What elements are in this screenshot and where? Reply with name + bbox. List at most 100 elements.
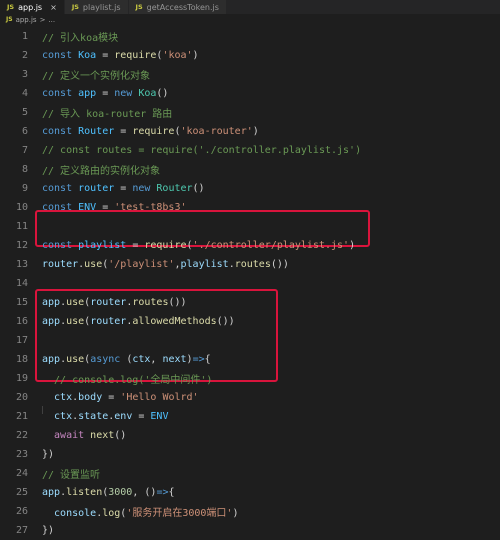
code-token: const: [42, 183, 79, 194]
code-line[interactable]: 4 const app = new Koa(): [0, 84, 500, 103]
breadcrumb-separator: >: [39, 15, 46, 24]
code-line[interactable]: 8 // 定义路由的实例化对象: [0, 160, 500, 179]
line-number: 10: [15, 202, 28, 213]
code-token: require: [144, 240, 187, 251]
code-line[interactable]: 26 console.log('服务开启在3000端口'): [0, 502, 500, 521]
line-number: 17: [15, 335, 28, 346]
code-text: ctx.body = 'Hello Wolrd': [42, 392, 199, 403]
code-line[interactable]: 22 await next(): [0, 426, 500, 445]
breadcrumb-file[interactable]: app.js: [16, 16, 37, 24]
code-token: ): [192, 50, 199, 61]
code-line[interactable]: 12 const playlist = require('./controller…: [0, 236, 500, 255]
code-token: listen: [66, 487, 103, 498]
line-number: 19: [15, 373, 28, 384]
code-token: use: [84, 259, 103, 270]
code-token: 'koa-router': [180, 126, 253, 137]
tab-label: playlist.js: [82, 2, 121, 12]
code-text: }): [42, 525, 54, 536]
code-token: '/playlist': [108, 259, 175, 270]
code-token: state: [78, 411, 109, 422]
code-line[interactable]: 7 // const routes = require('./controller…: [0, 141, 500, 160]
js-file-icon: JS: [135, 3, 143, 11]
code-token: =>: [156, 487, 169, 498]
code-token: Router: [78, 126, 115, 137]
breadcrumb-ellipsis[interactable]: ...: [48, 16, 55, 24]
code-line[interactable]: 25 app.listen(3000, ()=>{: [0, 483, 500, 502]
code-line[interactable]: 1 // 引入koa模块: [0, 27, 500, 46]
code-token: app: [42, 297, 61, 308]
code-token: new: [114, 88, 139, 99]
code-token: (): [156, 88, 169, 99]
code-line[interactable]: 21 ctx.state.env = ENV: [0, 407, 500, 426]
tab-bar: JS app.js × JS playlist.js JS getAccessToken.j…: [0, 0, 500, 14]
code-line[interactable]: 5 // 导入 koa-router 路由: [0, 103, 500, 122]
code-line[interactable]: 3 // 定义一个实例化对象: [0, 65, 500, 84]
line-number: 6: [21, 126, 28, 137]
tab-app-js[interactable]: JS app.js ×: [0, 0, 65, 14]
code-line[interactable]: 16 app.use(router.allowedMethods()): [0, 312, 500, 331]
code-editor[interactable]: 1 // 引入koa模块 2 const Koa = require('koa') 3 /…: [0, 25, 500, 536]
code-token: routes: [234, 259, 271, 270]
code-line[interactable]: 20 ctx.body = 'Hello Wolrd': [0, 388, 500, 407]
tab-playlist-js[interactable]: JS playlist.js: [64, 0, 129, 14]
code-token: 'Hello Wolrd': [120, 392, 199, 403]
code-text: const router = new Router(): [42, 183, 205, 194]
code-text: // 导入 koa-router 路由: [42, 105, 172, 120]
tab-getaccesstoken-js[interactable]: JS getAccessToken.js: [128, 0, 227, 14]
code-line[interactable]: 9 const router = new Router(): [0, 179, 500, 198]
js-file-icon: JS: [7, 3, 15, 11]
line-number: 9: [21, 183, 28, 194]
code-text: // console.log('全局中间件'): [42, 371, 212, 386]
code-token: (): [114, 430, 127, 441]
code-text: app.use(router.allowedMethods()): [42, 316, 235, 327]
code-token: (): [192, 183, 205, 194]
code-token: routes: [132, 297, 169, 308]
code-token: }): [42, 449, 55, 460]
code-text: const playlist = require('./controller/p…: [42, 240, 355, 251]
code-line[interactable]: 15 app.use(router.routes()): [0, 293, 500, 312]
code-line[interactable]: 18 app.use(async (ctx, next)=>{: [0, 350, 500, 369]
tab-label: getAccessToken.js: [146, 2, 219, 12]
line-number: 13: [15, 259, 28, 270]
code-token: router: [90, 297, 127, 308]
code-token: ()): [168, 297, 187, 308]
code-token: Router: [156, 183, 193, 194]
code-token: const: [42, 88, 79, 99]
code-token: ()): [216, 316, 235, 327]
code-line[interactable]: 6 const Router = require('koa-router'): [0, 122, 500, 141]
code-token: =: [126, 240, 145, 251]
tab-label: app.js: [18, 2, 43, 12]
code-token: router: [42, 259, 79, 270]
code-line[interactable]: 2 const Koa = require('koa'): [0, 46, 500, 65]
code-text: const Koa = require('koa'): [42, 50, 199, 61]
line-number: 7: [21, 145, 28, 156]
code-line[interactable]: 27}): [0, 521, 500, 540]
code-token: // const routes = require('./controller.…: [42, 145, 362, 156]
code-token: {: [168, 487, 175, 498]
code-token: require: [132, 126, 175, 137]
code-token: const: [42, 126, 79, 137]
code-token: =>: [192, 354, 205, 365]
code-token: next: [162, 354, 187, 365]
code-line[interactable]: 23}): [0, 445, 500, 464]
code-token: // 设置监听: [42, 470, 101, 481]
code-token: log: [102, 508, 121, 519]
code-line[interactable]: 24 // 设置监听: [0, 464, 500, 483]
code-line[interactable]: 10 const ENV = 'test-t8bs3': [0, 198, 500, 217]
code-token: =: [132, 411, 151, 422]
code-token: app: [42, 487, 61, 498]
code-line[interactable]: 13 router.use('/playlist',playlist.routes…: [0, 255, 500, 274]
code-token: // 导入 koa-router 路由: [42, 109, 173, 120]
code-line[interactable]: 17: [0, 331, 500, 350]
code-token: console: [42, 508, 97, 519]
code-token: =: [114, 126, 133, 137]
code-line[interactable]: 19 // console.log('全局中间件'): [0, 369, 500, 388]
code-token: =: [96, 88, 115, 99]
code-token: allowedMethods: [132, 316, 217, 327]
line-number: 21: [15, 411, 28, 422]
code-token: router: [90, 316, 127, 327]
close-icon[interactable]: ×: [50, 3, 57, 12]
code-line[interactable]: 14: [0, 274, 500, 293]
code-line[interactable]: 11: [0, 217, 500, 236]
code-token: new: [132, 183, 157, 194]
